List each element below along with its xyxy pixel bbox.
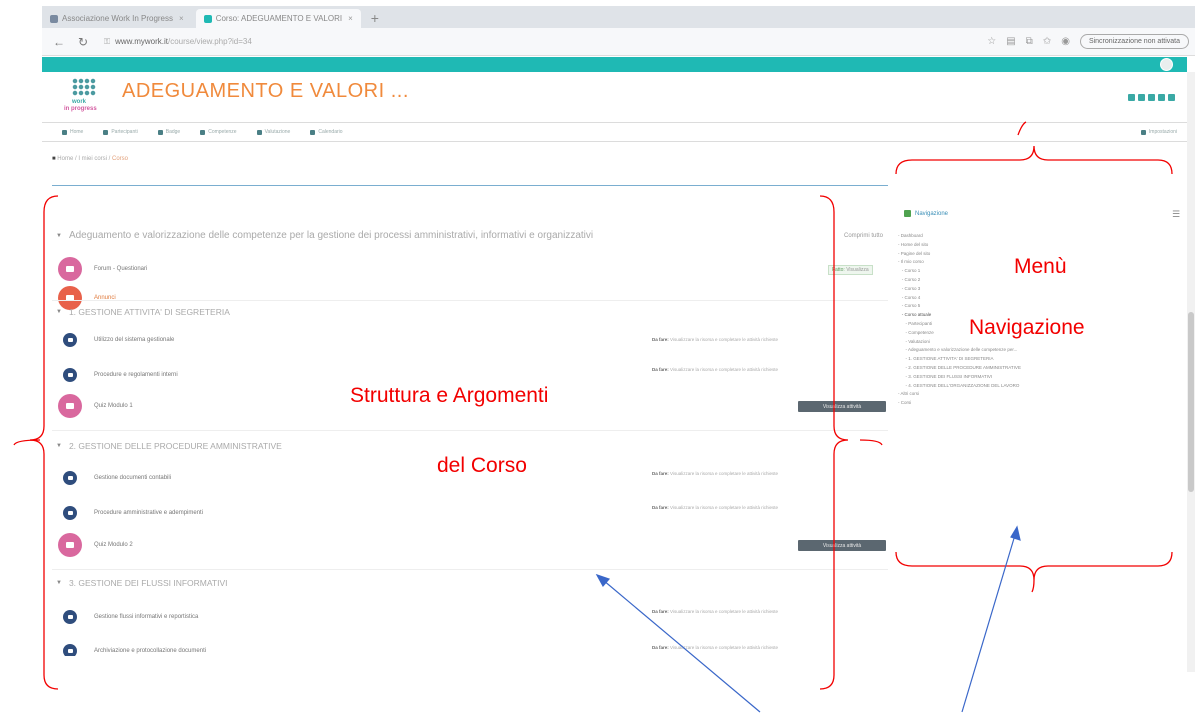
annotation-braces bbox=[13, 121, 1173, 690]
bottom-brace-navigation bbox=[895, 551, 1173, 581]
screenshot-stage: Associazione Work In Progress × Corso: A… bbox=[0, 0, 1195, 718]
arrowhead-icon bbox=[1010, 525, 1021, 541]
left-brace-content bbox=[29, 195, 59, 690]
top-brace-navigation bbox=[895, 145, 1173, 175]
brace-tick bbox=[859, 439, 883, 446]
brace-tick bbox=[1031, 579, 1035, 593]
annotation-content-label-2: del Corso bbox=[437, 454, 527, 477]
annotation-nav-label-1: Menù bbox=[1014, 255, 1067, 278]
arrow-to-content bbox=[602, 579, 761, 713]
annotation-content-label-1: Struttura e Argomenti bbox=[350, 384, 549, 407]
right-brace-content bbox=[819, 195, 849, 690]
annotation-nav-label-2: Navigazione bbox=[969, 316, 1085, 339]
arrowhead-icon bbox=[595, 573, 611, 588]
annotation-arrows bbox=[595, 525, 1021, 713]
annotation-overlay bbox=[13, 121, 1173, 713]
arrow-to-navigation bbox=[961, 534, 1016, 713]
brace-tick bbox=[1017, 121, 1027, 136]
